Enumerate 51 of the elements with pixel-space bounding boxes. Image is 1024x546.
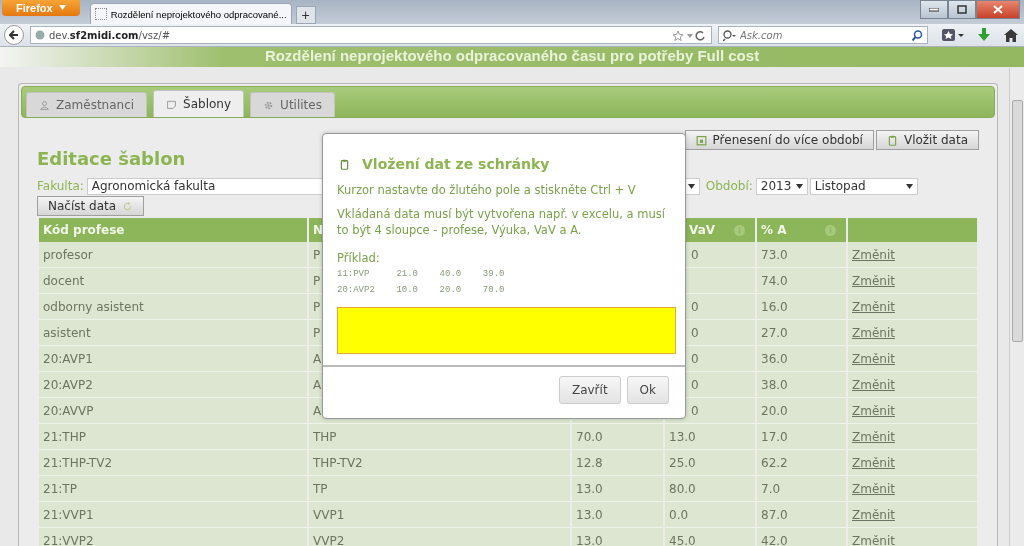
table-cell: asistent <box>39 320 307 346</box>
table-cell: 74.0 <box>757 268 846 294</box>
table-cell: 45.0 <box>665 528 755 546</box>
faculty-label: Fakulta: <box>37 179 84 193</box>
column-header: Kód profese <box>39 218 307 242</box>
example-label: Příklad: <box>337 250 381 266</box>
table-cell: 36.0 <box>757 346 846 372</box>
period-label: Období: <box>705 179 753 193</box>
table-cell: 13.0 <box>572 476 663 502</box>
table-cell: odborny asistent <box>39 294 307 320</box>
table-cell: 20:AVP2 <box>39 372 307 398</box>
page-heading: Editace šablon <box>37 148 186 171</box>
instruction-text: Kurzor nastavte do žlutého pole a stiskněte Ctrl + V <box>337 182 637 198</box>
table-cell: 27.0 <box>757 320 846 346</box>
table-cell: 7.0 <box>757 476 846 502</box>
table-cell: 16.0 <box>757 294 846 320</box>
table-cell: 42.0 <box>757 528 846 546</box>
table-cell: 25.0 <box>665 450 755 476</box>
table-cell: 70.0 <box>572 424 663 450</box>
table-cell: TP <box>309 476 570 502</box>
table-cell: 21:THP <box>39 424 307 450</box>
table-cell: 20.0 <box>757 398 846 424</box>
table-cell: 21:THP-TV2 <box>39 450 307 476</box>
table-cell: 13.0 <box>572 528 663 546</box>
table-cell: 38.0 <box>757 372 846 398</box>
table-cell: 17.0 <box>757 424 846 450</box>
table-cell: 0.0 <box>665 502 755 528</box>
table-cell: 73.0 <box>757 242 846 268</box>
table-cell: 13.0 <box>572 502 663 528</box>
column-header: VaV <box>689 223 715 237</box>
table-cell: 12.8 <box>572 450 663 476</box>
table-cell: 21:TP <box>39 476 307 502</box>
table-cell: 20:AVP1 <box>39 346 307 372</box>
table-cell: THP <box>309 424 570 450</box>
table-cell: VVP1 <box>309 502 570 528</box>
table-cell: docent <box>39 268 307 294</box>
table-cell: 80.0 <box>665 476 755 502</box>
table-cell: VVP2 <box>309 528 570 546</box>
table-cell: 87.0 <box>757 502 846 528</box>
table-cell: 20:AVVP <box>39 398 307 424</box>
table-cell: 13.0 <box>665 424 755 450</box>
page-banner-title: Rozdělení neprojektového odpracovaného času pro potřeby Full cost <box>264 47 760 65</box>
column-header: % A <box>761 223 787 237</box>
table-cell: profesor <box>39 242 307 268</box>
example-line: 20:AVP2 10.0 20.0 70.0 <box>337 284 506 297</box>
table-cell: THP-TV2 <box>309 450 570 476</box>
dialog-title: Vložení dat ze schránky <box>362 156 550 172</box>
table-cell: 21:VVP2 <box>39 528 307 546</box>
table-cell: 62.2 <box>757 450 846 476</box>
example-line: 11:PVP 21.0 40.0 39.0 <box>337 268 506 281</box>
table-cell: 21:VVP1 <box>39 502 307 528</box>
